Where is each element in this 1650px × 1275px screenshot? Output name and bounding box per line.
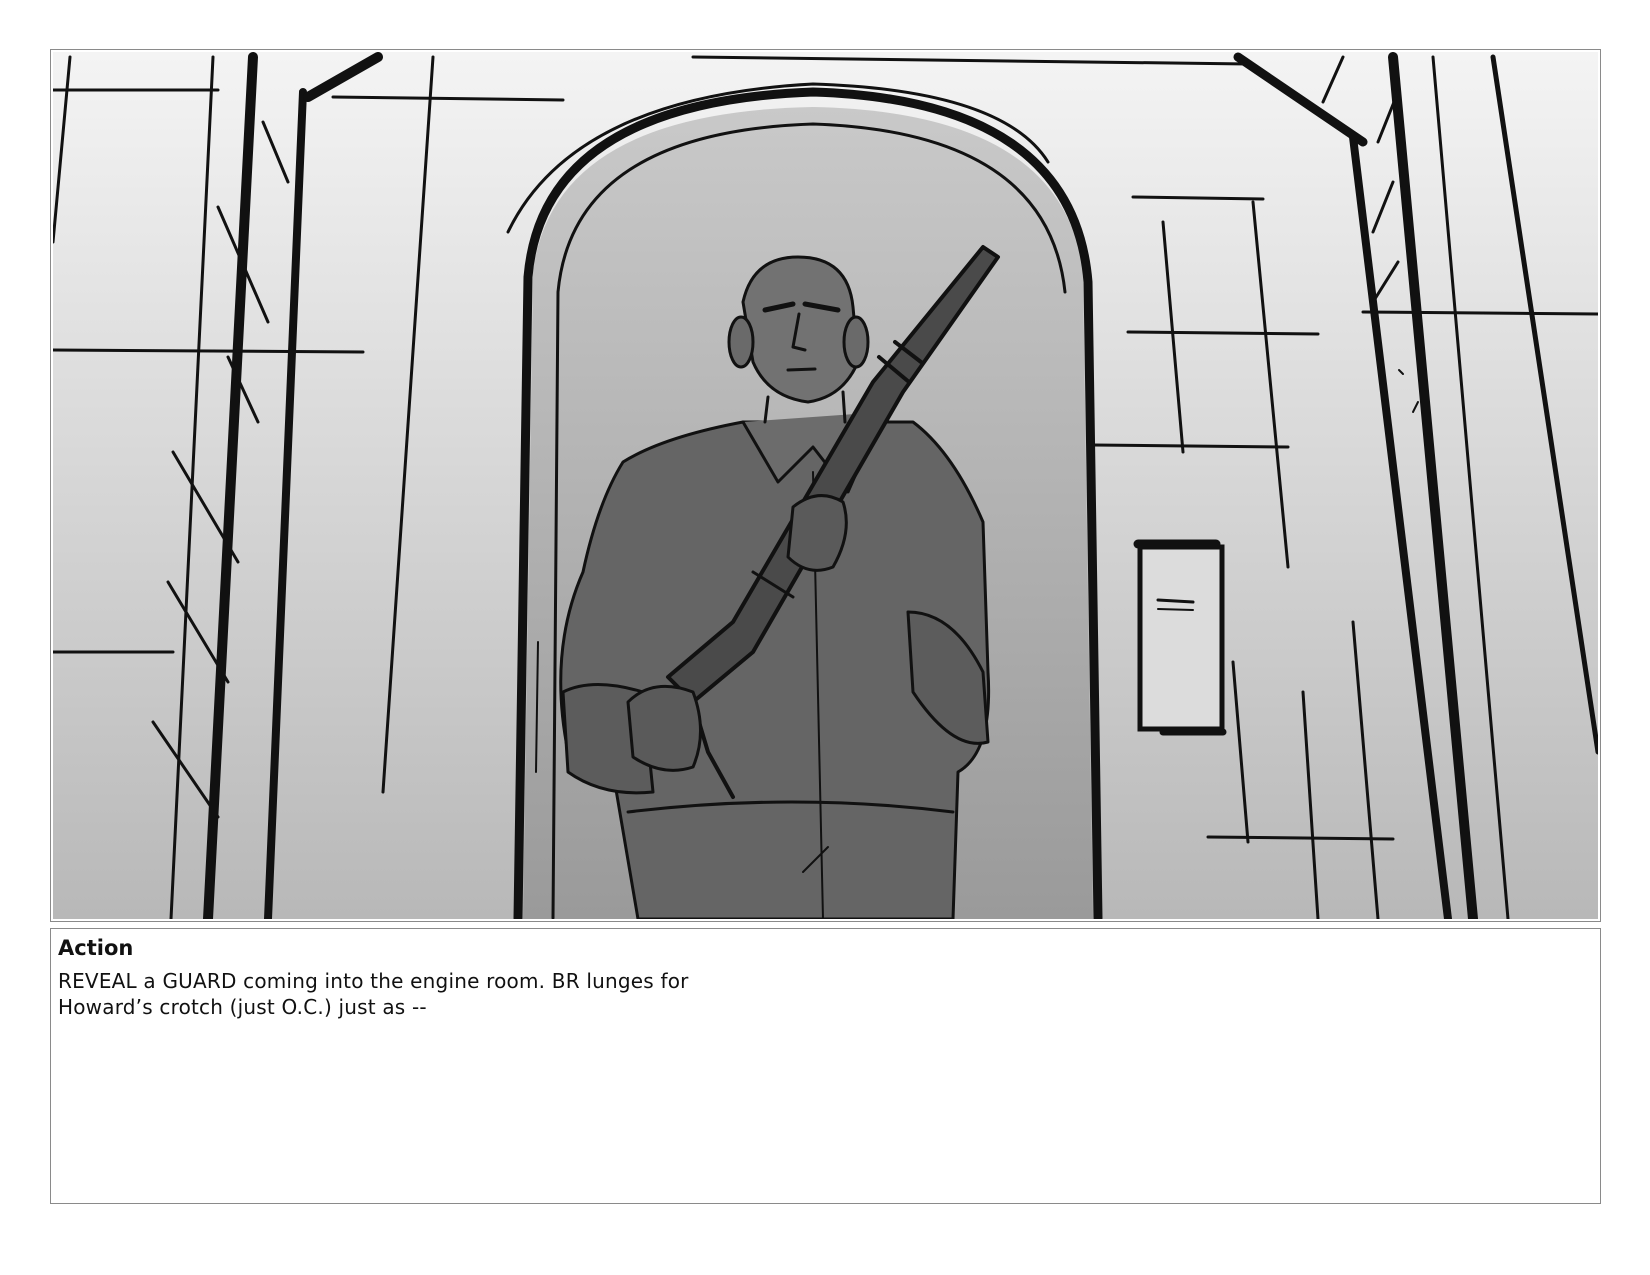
- action-notes-box: Action REVEAL a GUARD coming into the en…: [50, 928, 1601, 1204]
- notes-heading: Action: [58, 936, 134, 960]
- storyboard-sketch: [53, 52, 1598, 919]
- storyboard-panel: [50, 49, 1601, 922]
- notes-line-1: REVEAL a GUARD coming into the engine ro…: [58, 969, 689, 993]
- notes-text: REVEAL a GUARD coming into the engine ro…: [58, 968, 738, 1020]
- notes-line-2: Howard’s crotch (just O.C.) just as --: [58, 995, 427, 1019]
